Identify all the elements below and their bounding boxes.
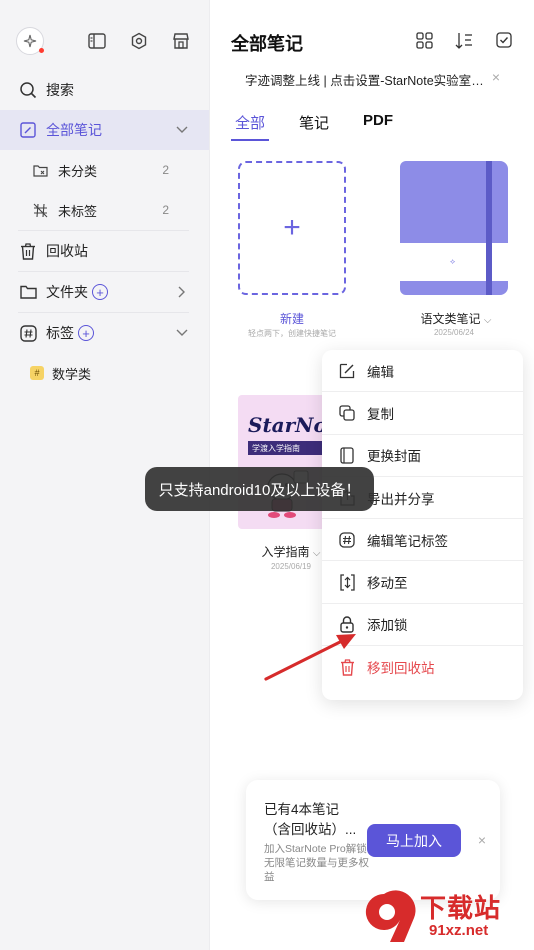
note-date: 2025/06/24 bbox=[433, 328, 475, 337]
item-count: 2 bbox=[162, 203, 169, 217]
sidebar-item-label: 标签 bbox=[46, 325, 74, 341]
sidebar-item-label: 回收站 bbox=[46, 243, 88, 259]
edit-icon bbox=[338, 362, 356, 380]
sidebar-item-trash[interactable]: 回收站 bbox=[0, 231, 209, 271]
note-title-text: 语文类笔记 bbox=[420, 312, 481, 326]
new-note-label: 新建 bbox=[279, 312, 304, 326]
join-pro-button[interactable]: 马上加入 bbox=[367, 824, 461, 857]
new-note-card[interactable]: + bbox=[238, 161, 346, 295]
chevron-right-icon[interactable] bbox=[175, 285, 189, 299]
watermark-brand: 下载站 bbox=[420, 893, 502, 923]
cover-icon bbox=[338, 446, 356, 464]
note-title-text: 入学指南 bbox=[261, 545, 310, 559]
sidebar-item-tags[interactable]: 标签 + bbox=[0, 313, 209, 353]
select-check-icon[interactable] bbox=[494, 30, 514, 50]
settings-gear-icon[interactable] bbox=[129, 31, 149, 51]
sidebar-item-label: 未分类 bbox=[58, 163, 98, 179]
sidebar-toggle-icon[interactable] bbox=[87, 31, 107, 51]
folder-icon bbox=[18, 282, 38, 302]
sidebar-nav: 搜索 全部笔记 未分类 2 未标签 2 回收站 文件夹 + 标签 + # 数学类 bbox=[0, 70, 209, 393]
folder-x-icon bbox=[30, 160, 50, 180]
tab-pdf[interactable]: PDF bbox=[359, 110, 397, 141]
app-logo-icon[interactable] bbox=[16, 27, 44, 55]
cover-subtitle: 学渡入学指南 bbox=[248, 441, 328, 455]
sidebar-item-search[interactable]: 搜索 bbox=[0, 70, 209, 110]
copy-icon bbox=[338, 404, 356, 422]
notebook-cover[interactable]: ⟡ bbox=[400, 161, 508, 295]
sidebar-item-tag-math[interactable]: # 数学类 bbox=[0, 353, 209, 393]
plus-icon: + bbox=[283, 211, 301, 244]
chevron-down-icon[interactable] bbox=[175, 326, 189, 340]
watermark: 下载站 91xz.net bbox=[360, 888, 532, 948]
move-icon bbox=[338, 573, 356, 591]
banner-close-icon[interactable]: × bbox=[492, 69, 500, 85]
filter-tabs: 全部 笔记 PDF bbox=[231, 110, 397, 141]
sidebar-item-folders[interactable]: 文件夹 + bbox=[0, 272, 209, 312]
tab-notes[interactable]: 笔记 bbox=[295, 110, 333, 141]
cover-mark-icon: ⟡ bbox=[450, 257, 456, 266]
sidebar-item-label: 全部笔记 bbox=[46, 122, 102, 138]
upgrade-promo-card: 已有4本笔记（含回收站）... 加入StarNote Pro解锁无限笔记数量与更… bbox=[246, 780, 500, 900]
chevron-down-icon[interactable]: ⌵ bbox=[313, 548, 321, 559]
untagged-icon bbox=[30, 200, 50, 220]
toast-message: 只支持android10及以上设备！ bbox=[145, 467, 374, 511]
announcement-banner[interactable]: 字迹调整上线 | 点击设置-StarNote实验室开... bbox=[245, 70, 485, 89]
menu-item-label: 更换封面 bbox=[367, 449, 421, 465]
store-icon[interactable] bbox=[171, 31, 191, 51]
new-note-hint: 轻点两下，创建快捷笔记 bbox=[248, 329, 336, 338]
sidebar-toolbar bbox=[16, 24, 197, 58]
notification-dot bbox=[39, 48, 44, 53]
promo-description: 加入StarNote Pro解锁无限笔记数量与更多权益 bbox=[264, 843, 369, 883]
cover-title: StarNote bbox=[248, 413, 328, 437]
sidebar-item-all-notes[interactable]: 全部笔记 bbox=[0, 110, 209, 150]
sidebar-item-uncategorized[interactable]: 未分类 2 bbox=[0, 150, 209, 190]
grid-view-icon[interactable] bbox=[414, 30, 434, 50]
tag-hash-icon bbox=[338, 531, 356, 549]
tag-badge-icon: # bbox=[30, 366, 44, 380]
sidebar-item-label: 搜索 bbox=[46, 82, 74, 98]
menu-item-label: 复制 bbox=[367, 406, 394, 422]
menu-item-label: 导出并分享 bbox=[367, 491, 435, 507]
sidebar-item-label: 未标签 bbox=[58, 203, 98, 219]
search-icon bbox=[18, 80, 38, 100]
sidebar-item-label: 文件夹 bbox=[46, 284, 88, 300]
menu-item-label: 添加锁 bbox=[367, 618, 408, 634]
sidebar-item-untagged[interactable]: 未标签 2 bbox=[0, 190, 209, 230]
note-title[interactable]: 语文类笔记 ⌵ bbox=[407, 310, 505, 327]
notes-icon bbox=[18, 120, 38, 140]
tag-hash-icon bbox=[18, 323, 38, 343]
add-folder-icon[interactable]: + bbox=[92, 284, 108, 300]
chevron-down-icon[interactable] bbox=[175, 123, 189, 137]
trash-icon bbox=[18, 241, 38, 261]
menu-item-label: 编辑笔记标签 bbox=[367, 533, 448, 549]
menu-item-edit-tags[interactable]: 编辑笔记标签 bbox=[322, 519, 523, 562]
page-title: 全部笔记 bbox=[231, 34, 303, 54]
menu-item-label: 移动至 bbox=[367, 576, 408, 592]
item-count: 2 bbox=[162, 163, 169, 177]
menu-item-edit[interactable]: 编辑 bbox=[322, 350, 523, 393]
promo-heading: 已有4本笔记（含回收站）... bbox=[264, 802, 357, 837]
tab-all[interactable]: 全部 bbox=[231, 110, 270, 141]
watermark-domain: 91xz.net bbox=[426, 922, 492, 939]
sort-icon[interactable] bbox=[454, 30, 474, 50]
menu-item-label: 移到回收站 bbox=[367, 661, 435, 677]
annotation-arrow-icon bbox=[264, 634, 356, 681]
promo-close-icon[interactable]: × bbox=[478, 832, 486, 848]
note-title[interactable]: 入学指南 ⌵ bbox=[251, 543, 331, 560]
chevron-down-icon[interactable]: ⌵ bbox=[484, 315, 492, 326]
menu-item-move-to[interactable]: 移动至 bbox=[322, 561, 523, 604]
cover-band bbox=[486, 161, 492, 295]
menu-item-copy[interactable]: 复制 bbox=[322, 392, 523, 435]
menu-item-label: 编辑 bbox=[367, 364, 394, 380]
sidebar-item-label: 数学类 bbox=[52, 366, 92, 382]
add-tag-icon[interactable]: + bbox=[78, 325, 94, 341]
watermark-logo-icon bbox=[365, 890, 416, 942]
note-date: 2025/06/19 bbox=[270, 562, 312, 571]
